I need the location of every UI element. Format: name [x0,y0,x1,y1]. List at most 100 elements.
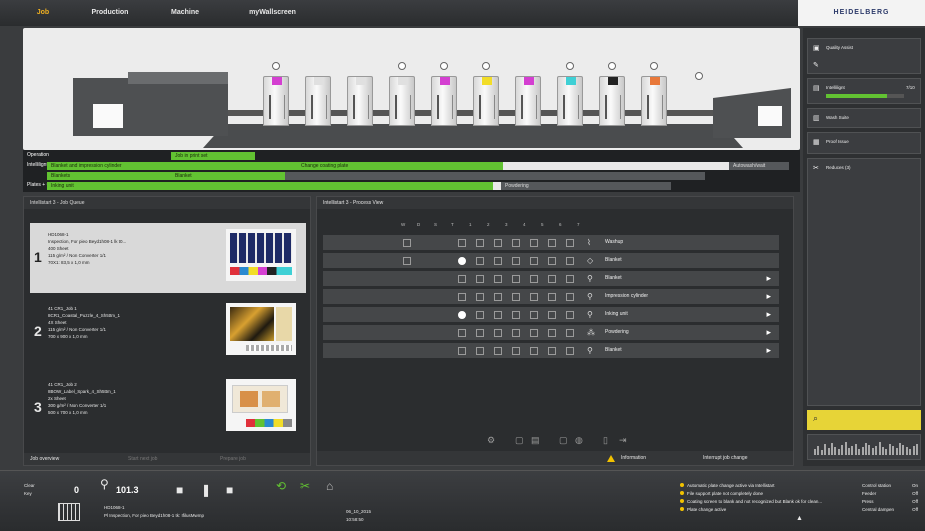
unit-status-icon[interactable] [440,62,448,70]
sidebar-item-proof-issue[interactable]: ▦ Proof Issue [807,132,921,154]
frame-icon[interactable]: ▢ [559,435,568,446]
process-checkbox[interactable] [494,347,502,355]
information-button[interactable]: Information [621,451,646,465]
chevron-right-icon[interactable]: ▸ [766,327,771,338]
job-overview-button[interactable]: Job overview [30,453,59,465]
process-checkbox[interactable] [548,275,556,283]
job-grid-icon[interactable] [58,503,80,521]
process-checkbox[interactable] [476,257,484,265]
process-checkbox[interactable] [530,311,538,319]
message-item[interactable]: File support plate not completely done [680,491,840,496]
tools-icon[interactable]: ✂ [300,479,310,493]
process-checkbox[interactable] [530,293,538,301]
process-checkbox[interactable] [512,257,520,265]
process-checkbox[interactable] [403,257,411,265]
process-row[interactable]: ⌇ Washup [323,235,779,251]
message-item[interactable]: Plate change active [680,507,840,512]
process-checkbox[interactable] [458,311,466,319]
process-checkbox[interactable] [458,239,466,247]
process-checkbox[interactable] [494,257,502,265]
process-checkbox[interactable] [458,275,466,283]
printing-unit[interactable] [263,76,289,126]
tag-icon[interactable]: ⌂ [326,479,333,493]
process-row[interactable]: ◇ Blanket [323,253,779,269]
process-checkbox[interactable] [458,293,466,301]
start-next-job-button[interactable]: Start next job [128,453,157,465]
delivery-unit[interactable] [713,88,791,138]
prepare-job-button[interactable]: Prepare job [220,453,246,465]
process-checkbox[interactable] [566,275,574,283]
process-checkbox[interactable] [566,311,574,319]
printing-unit[interactable] [557,76,583,126]
job-item[interactable]: 2 41 CR1_Job 1 8CR1_Coastal_Puzzle_4_Sh5… [30,297,306,367]
process-checkbox[interactable] [548,311,556,319]
sidebar-item-wash-suite[interactable]: ▥ Wash Suite [807,108,921,128]
process-checkbox[interactable] [458,329,466,337]
tab-machine[interactable]: Machine [160,0,210,26]
gear-icon[interactable]: ⚙ [487,435,495,446]
press-machine-graphic[interactable] [23,28,800,150]
eject-icon[interactable]: ⇥ [619,435,627,446]
unit-status-icon[interactable] [695,72,703,80]
process-checkbox[interactable] [476,293,484,301]
mode-label[interactable]: Clear [24,483,35,488]
unit-status-icon[interactable] [608,62,616,70]
stop-icon[interactable]: ■ [176,483,183,497]
process-checkbox[interactable] [512,311,520,319]
sidebar-item-quality-assist[interactable]: ▣ Quality Assist ✎ [807,38,921,74]
process-checkbox[interactable] [530,239,538,247]
process-checkbox[interactable] [476,347,484,355]
process-checkbox[interactable] [512,275,520,283]
message-item[interactable]: Coating screen to blank and not recogniz… [680,499,840,504]
sheet-icon[interactable]: ▯ [603,435,608,446]
plate-stack-icon[interactable]: ▤ [531,435,540,446]
printing-unit[interactable] [347,76,373,126]
process-checkbox[interactable] [512,329,520,337]
process-row[interactable]: ⚲ Blanket ▸ [323,343,779,359]
process-checkbox[interactable] [512,293,520,301]
process-row[interactable]: ⚲ Blanket ▸ [323,271,779,287]
unit-status-icon[interactable] [398,62,406,70]
message-item[interactable]: Automatic plate change active via Intell… [680,483,840,488]
process-checkbox[interactable] [403,239,411,247]
printing-unit[interactable] [641,76,667,126]
chevron-up-icon[interactable]: ▲ [796,515,803,522]
chevron-right-icon[interactable]: ▸ [766,273,771,284]
printing-unit[interactable] [305,76,331,126]
process-checkbox[interactable] [476,239,484,247]
job-item[interactable]: 3 41 CR1_Job 2 8BOW_Label_Spark_4_Sh5ttm… [30,373,306,443]
printing-unit[interactable] [389,76,415,126]
chevron-right-icon[interactable]: ▸ [766,291,771,302]
process-checkbox[interactable] [476,275,484,283]
printing-unit[interactable] [599,76,625,126]
feeder-unit[interactable] [73,72,228,136]
chevron-right-icon[interactable]: ▸ [766,309,771,320]
process-row[interactable]: ⚲ Inking unit ▸ [323,307,779,323]
process-checkbox[interactable] [566,239,574,247]
chevron-right-icon[interactable]: ▸ [766,345,771,356]
stop-icon[interactable]: ■ [226,483,233,497]
process-checkbox[interactable] [476,329,484,337]
process-checkbox[interactable] [530,329,538,337]
process-checkbox[interactable] [530,275,538,283]
search-button[interactable]: ⌕ [807,410,921,430]
process-checkbox[interactable] [548,257,556,265]
process-checkbox[interactable] [494,329,502,337]
process-checkbox[interactable] [548,239,556,247]
process-checkbox[interactable] [548,293,556,301]
process-checkbox[interactable] [566,329,574,337]
tab-mywallscreen[interactable]: myWallscreen [235,0,310,26]
plate-icon[interactable]: ▢ [515,435,524,446]
process-checkbox[interactable] [458,347,466,355]
sidebar-item-reduces[interactable]: ✂ Reduces (3) [807,158,921,406]
process-checkbox[interactable] [548,329,556,337]
submode-label[interactable]: Key [24,491,32,496]
process-row[interactable]: ⁂ Powdering ▸ [323,325,779,341]
sidebar-item-intellilignt[interactable]: ▤ Intellilignt 7/10 [807,78,921,104]
printing-unit[interactable] [473,76,499,126]
process-checkbox[interactable] [494,293,502,301]
process-checkbox[interactable] [530,257,538,265]
job-change-icon[interactable]: ⟲ [276,479,286,493]
printing-unit[interactable] [515,76,541,126]
unit-status-icon[interactable] [566,62,574,70]
